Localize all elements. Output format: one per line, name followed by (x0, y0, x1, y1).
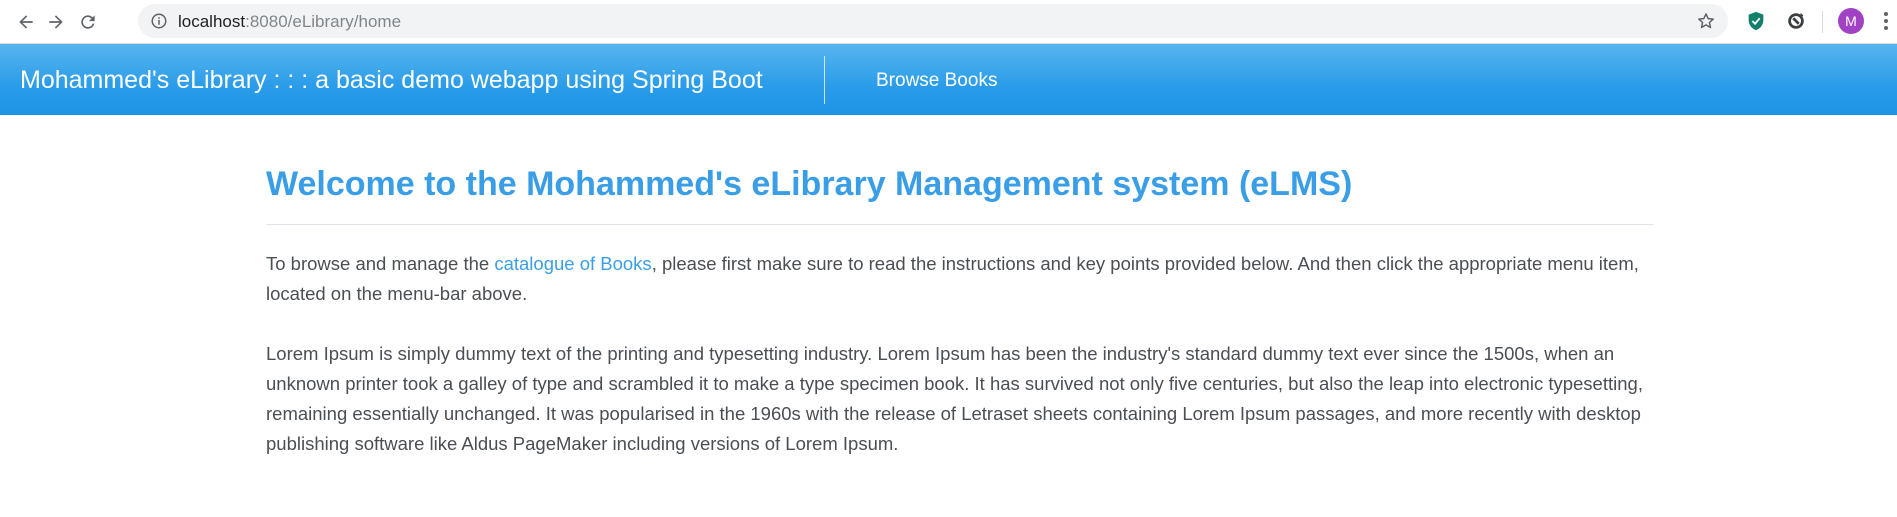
sync-extension-button[interactable] (1784, 9, 1808, 33)
shield-extension-button[interactable] (1744, 9, 1768, 33)
forward-button[interactable] (42, 8, 70, 36)
title-divider (266, 224, 1654, 225)
page-title: Welcome to the Mohammed's eLibrary Manag… (266, 165, 1353, 203)
address-bar[interactable]: localhost:8080/eLibrary/home (138, 4, 1728, 38)
navbar-brand[interactable]: Mohammed's eLibrary : : : a basic demo w… (20, 66, 763, 95)
back-button[interactable] (12, 8, 40, 36)
catalogue-link[interactable]: catalogue of Books (494, 253, 651, 274)
url-host: localhost (178, 12, 246, 31)
navbar-divider (824, 56, 825, 104)
url-path: :8080/eLibrary/home (245, 12, 402, 31)
sync-extension-icon (1788, 12, 1804, 29)
main-content: Welcome to the Mohammed's eLibrary Manag… (266, 160, 1654, 459)
star-icon[interactable] (1696, 11, 1716, 31)
shield-extension-icon (1748, 11, 1764, 31)
intro-paragraph: To browse and manage the catalogue of Bo… (266, 249, 1654, 309)
toolbar-separator (1822, 11, 1823, 33)
url-text[interactable]: localhost:8080/eLibrary/home (178, 12, 401, 32)
info-icon[interactable] (150, 12, 168, 30)
profile-avatar[interactable]: M (1838, 8, 1864, 34)
reload-icon (81, 15, 95, 29)
forward-icon (49, 15, 63, 29)
menu-kebab-icon[interactable] (1884, 12, 1890, 32)
intro-text-before: To browse and manage the (266, 253, 495, 274)
app-navbar: Mohammed's eLibrary : : : a basic demo w… (0, 44, 1897, 115)
lorem-paragraph: Lorem Ipsum is simply dummy text of the … (266, 343, 1643, 454)
back-icon (19, 15, 33, 29)
nav-link-browse-books[interactable]: Browse Books (876, 70, 997, 92)
browser-toolbar: localhost:8080/eLibrary/home M (0, 0, 1897, 44)
reload-button[interactable] (74, 8, 102, 36)
